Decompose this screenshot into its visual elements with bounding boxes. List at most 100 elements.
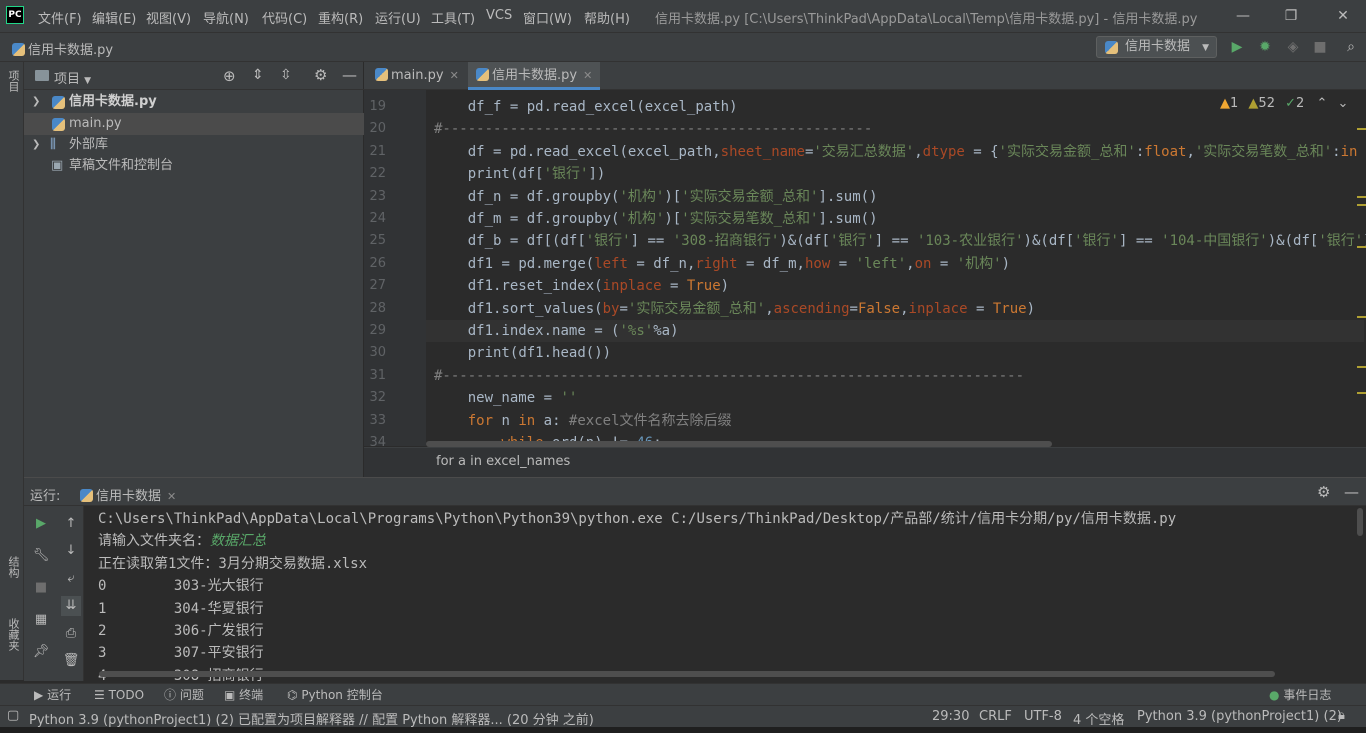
- status-message[interactable]: Python 3.9 (pythonProject1) (2) 已配置为项目解释…: [29, 709, 594, 728]
- code-line: df1.reset_index(inplace = True): [467, 278, 730, 295]
- menu-help[interactable]: 帮助(H): [584, 8, 630, 27]
- run-with-coverage-icon[interactable]: ◈: [1284, 38, 1302, 56]
- indent-setting[interactable]: 4 个空格: [1073, 709, 1124, 728]
- line-separator[interactable]: CRLF: [979, 709, 1012, 724]
- menu-code[interactable]: 代码(C): [262, 8, 307, 27]
- tool-tab-event-log[interactable]: ● 事件日志: [1269, 686, 1331, 704]
- python-config-icon: [1105, 41, 1118, 54]
- code-line: #---------------------------------------…: [434, 121, 873, 138]
- python-file-icon: [52, 96, 65, 109]
- structure-tool-button[interactable]: 结构: [5, 556, 21, 578]
- chevron-down-icon: ▼: [84, 76, 92, 86]
- output-line: C:\Users\ThinkPad\AppData\Local\Programs…: [98, 511, 1177, 527]
- close-tab-icon[interactable]: ✕: [450, 69, 459, 82]
- project-folder-icon: [35, 70, 49, 81]
- tree-item-scratches[interactable]: ▣ 草稿文件和控制台: [24, 155, 364, 177]
- project-panel-header: 项目 ▼ ⊕ ⇕ ⇳ ⚙ —: [24, 62, 364, 90]
- tool-tab-python-console[interactable]: ⌬ Python 控制台: [287, 686, 383, 704]
- interpreter-select[interactable]: Python 3.9 (pythonProject1) (2): [1137, 709, 1342, 724]
- tree-item-main-py[interactable]: main.py: [24, 113, 364, 135]
- tool-tab-terminal[interactable]: ▣ 终端: [224, 686, 263, 704]
- editor-scroll-markers[interactable]: [1357, 126, 1366, 446]
- scratch-console-icon: ▣: [51, 158, 64, 173]
- run-configuration-select[interactable]: 信用卡数据 ▼: [1096, 36, 1217, 58]
- gear-icon[interactable]: ⚙: [1317, 483, 1330, 501]
- hide-panel-icon[interactable]: —: [1344, 483, 1359, 501]
- tool-tab-label: 问题: [179, 688, 204, 702]
- menu-navigate[interactable]: 导航(N): [203, 8, 249, 27]
- locate-file-icon[interactable]: ⊕: [223, 67, 236, 85]
- python-file-icon: [12, 43, 25, 56]
- run-panel: 运行: 信用卡数据 ✕ ⚙ — ▶ 🔧︎ ■ ▦ 📌︎ ↑ ↓ ⤶ ⇊ ⎙ 🗑︎ …: [24, 477, 1366, 681]
- menu-tools[interactable]: 工具(T): [431, 8, 475, 27]
- menu-edit[interactable]: 编辑(E): [92, 8, 136, 27]
- code-line: df_m = df.groupby('机构')['实际交易笔数_总和'].sum…: [467, 211, 878, 227]
- nav-breadcrumb-file[interactable]: 信用卡数据.py: [12, 39, 113, 58]
- close-window-icon[interactable]: ✕: [1328, 4, 1358, 28]
- maximize-icon[interactable]: ❐: [1276, 4, 1306, 28]
- info-icon: ⓘ: [164, 688, 177, 702]
- editor-breadcrumb[interactable]: for a in excel_names: [364, 447, 1366, 477]
- tool-tab-problems[interactable]: ⓘ 问题: [164, 686, 204, 704]
- menu-window[interactable]: 窗口(W): [523, 8, 572, 27]
- menu-vcs[interactable]: VCS: [486, 8, 512, 23]
- debug-icon[interactable]: ✹: [1256, 38, 1274, 56]
- expand-all-icon[interactable]: ⇕: [252, 67, 264, 83]
- output-horizontal-scrollbar[interactable]: [99, 671, 1275, 677]
- output-line: 2 306-广发银行: [98, 623, 264, 639]
- breadcrumb-label: for a in excel_names: [436, 454, 571, 469]
- favorites-tool-button[interactable]: 收藏夹: [5, 618, 21, 651]
- menu-run[interactable]: 运行(U): [375, 8, 421, 27]
- tool-tab-todo[interactable]: ☰ TODO: [94, 686, 144, 704]
- search-everywhere-icon[interactable]: ⌕: [1342, 38, 1360, 56]
- run-tab[interactable]: 信用卡数据 ✕: [80, 485, 176, 504]
- tree-item-external-libraries[interactable]: ❯ ⫼ 外部库: [24, 134, 364, 156]
- caret-position[interactable]: 29:30: [932, 709, 969, 724]
- file-encoding[interactable]: UTF-8: [1024, 709, 1062, 724]
- python-console-icon: ⌬: [287, 688, 298, 702]
- code-line: df_f = pd.read_excel(excel_path): [467, 99, 738, 115]
- minimize-icon[interactable]: —: [1228, 4, 1258, 28]
- user-input-text: 数据汇总: [210, 533, 266, 550]
- project-view-select[interactable]: 项目 ▼: [54, 68, 91, 87]
- tab-label: 信用卡数据.py: [492, 68, 578, 83]
- run-output[interactable]: C:\Users\ThinkPad\AppData\Local\Programs…: [24, 506, 1366, 681]
- status-bar: ▢ Python 3.9 (pythonProject1) (2) 已配置为项目…: [0, 705, 1366, 728]
- tool-tab-label: 事件日志: [1283, 688, 1332, 702]
- tool-tab-label: Python 控制台: [301, 688, 383, 702]
- code-line: df1 = pd.merge(left = df_n,right = df_m,…: [467, 255, 1011, 272]
- title-bar: PC 文件(F) 编辑(E) 视图(V) 导航(N) 代码(C) 重构(R) 运…: [0, 0, 1366, 32]
- gear-icon[interactable]: ⚙: [314, 66, 327, 84]
- code-area[interactable]: df_f = pd.read_excel(excel_path) #-------…: [364, 90, 1366, 446]
- output-line: 3 307-平安银行: [98, 645, 264, 662]
- code-line: new_name = '': [467, 390, 578, 407]
- close-tab-icon[interactable]: ✕: [583, 69, 592, 82]
- collapse-all-icon[interactable]: ⇳: [280, 67, 292, 83]
- tree-item-label: 草稿文件和控制台: [69, 158, 174, 173]
- tab-main-py[interactable]: main.py ✕: [367, 62, 467, 90]
- stop-icon[interactable]: ■: [1311, 38, 1329, 56]
- library-icon: ⫼: [50, 137, 56, 152]
- tab-credit-card-file[interactable]: 信用卡数据.py ✕: [468, 62, 601, 90]
- layout-toggle-icon[interactable]: ▢: [7, 708, 19, 723]
- tool-tab-run[interactable]: ▶ 运行: [34, 686, 71, 704]
- lock-icon[interactable]: 🔒︎: [1338, 708, 1345, 723]
- output-vertical-scrollbar[interactable]: [1357, 508, 1363, 536]
- play-icon: ▶: [34, 688, 44, 702]
- editor-tabs: main.py ✕ 信用卡数据.py ✕: [364, 62, 1366, 90]
- output-line: 0 303-光大银行: [98, 578, 264, 595]
- event-log-icon: ●: [1269, 688, 1280, 702]
- hide-panel-icon[interactable]: —: [342, 66, 357, 84]
- menu-file[interactable]: 文件(F): [38, 8, 82, 27]
- menu-refactor[interactable]: 重构(R): [318, 8, 363, 27]
- code-line: for n in a: #excel文件名称去除后缀: [467, 412, 732, 429]
- project-tool-button[interactable]: 项目: [5, 70, 21, 92]
- close-tab-icon[interactable]: ✕: [167, 490, 176, 503]
- tree-item-label: 外部库: [69, 137, 109, 152]
- code-line: df1.sort_values(by='实际交易金额_总和',ascending…: [467, 300, 1035, 317]
- run-icon[interactable]: ▶: [1228, 38, 1246, 56]
- menu-view[interactable]: 视图(V): [146, 8, 191, 27]
- tree-item-credit-card-file[interactable]: ❯ 信用卡数据.py: [24, 91, 364, 113]
- tool-tab-label: 终端: [239, 688, 264, 702]
- run-panel-header: 运行: 信用卡数据 ✕ ⚙ —: [24, 478, 1366, 506]
